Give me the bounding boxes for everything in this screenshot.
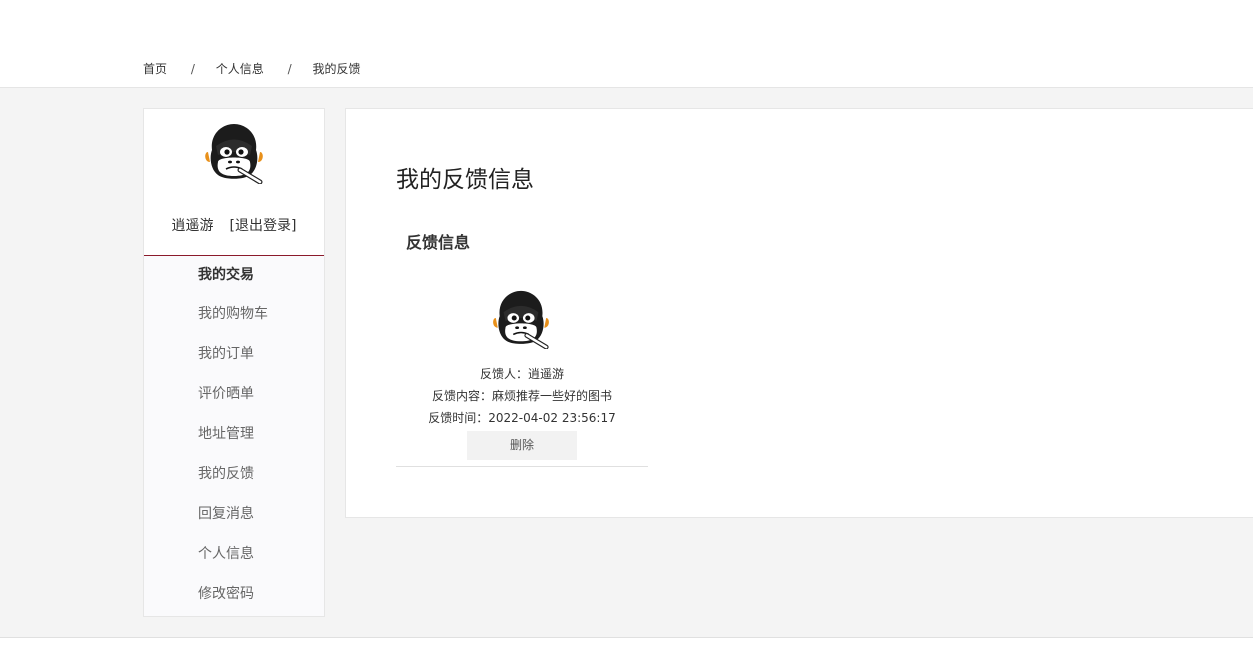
breadcrumb-personal-info[interactable]: 个人信息 <box>216 60 264 77</box>
feedback-content: 反馈内容：麻烦推荐一些好的图书 <box>431 389 612 403</box>
feedback-time: 反馈时间：2022-04-02 23:56:17 <box>428 411 616 425</box>
delete-button[interactable]: 删除 <box>467 431 577 460</box>
logout-link[interactable]: [退出登录] <box>230 218 297 234</box>
breadcrumb-home[interactable]: 首页 <box>143 60 167 77</box>
user-profile: 逍遥游 [退出登录] <box>144 109 324 256</box>
sidebar-item-reviews[interactable]: 评价晒单 <box>144 374 324 414</box>
feedback-author: 反馈人：逍遥游 <box>479 367 564 381</box>
sidebar-item-replies[interactable]: 回复消息 <box>144 494 324 534</box>
username: 逍遥游 <box>171 218 214 234</box>
sidebar-item-feedback[interactable]: 我的反馈 <box>144 454 324 494</box>
feedback-card: 反馈人：逍遥游 反馈内容：麻烦推荐一些好的图书 反馈时间：2022-04-02 … <box>396 279 648 467</box>
sidebar-item-profile[interactable]: 个人信息 <box>144 534 324 574</box>
sidebar-item-cart[interactable]: 我的购物车 <box>144 294 324 334</box>
profile-line: 逍遥游 [退出登录] <box>144 215 324 235</box>
sidebar-item-password[interactable]: 修改密码 <box>144 574 324 614</box>
user-sidebar: 逍遥游 [退出登录] 我的交易 我的购物车 我的订单 评价晒单 地址管理 我的反馈… <box>143 108 325 617</box>
gorilla-avatar-icon <box>490 281 552 355</box>
page-title: 我的反馈信息 <box>396 167 534 193</box>
sidebar-group-my-trade: 我的交易 <box>198 267 254 283</box>
feedback-panel: 我的反馈信息 反馈信息 反馈人：逍遥游 反馈内容：麻烦推荐一些好的图书 反馈时间… <box>345 108 1253 518</box>
section-title: 反馈信息 <box>406 233 471 252</box>
breadcrumb: 首页 / 个人信息 / 我的反馈 <box>143 60 360 77</box>
sidebar-item-address[interactable]: 地址管理 <box>144 414 324 454</box>
breadcrumb-separator: / <box>287 62 292 76</box>
sidebar-menu: 我的交易 我的购物车 我的订单 评价晒单 地址管理 我的反馈 回复消息 个人信息… <box>144 256 324 614</box>
footer-divider <box>0 637 1253 638</box>
breadcrumb-my-feedback: 我的反馈 <box>312 62 361 76</box>
sidebar-item-orders[interactable]: 我的订单 <box>144 334 324 374</box>
gorilla-avatar-icon <box>202 120 266 184</box>
breadcrumb-separator: / <box>190 62 195 76</box>
